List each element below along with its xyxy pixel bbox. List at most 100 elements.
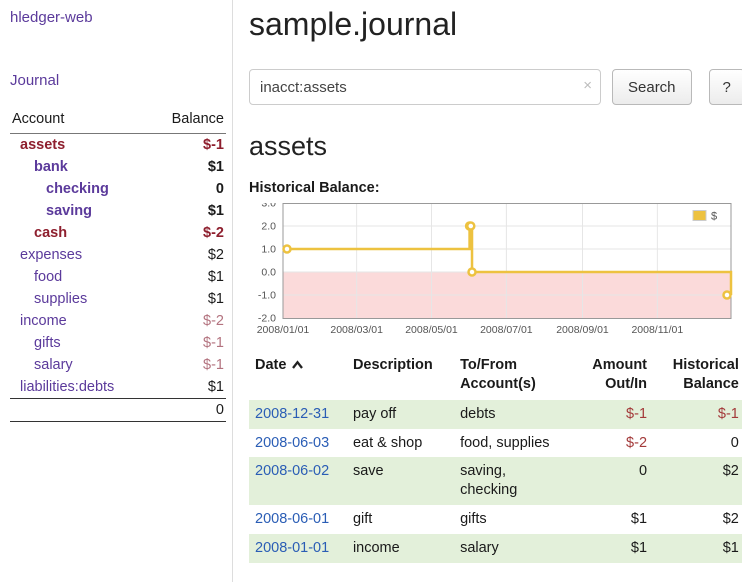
account-balance: $1 bbox=[151, 200, 226, 222]
clear-search-icon[interactable]: × bbox=[583, 78, 592, 93]
y-axis-label: 0.0 bbox=[261, 267, 276, 279]
account-link-expenses[interactable]: expenses bbox=[20, 247, 82, 263]
account-balance: $1 bbox=[151, 376, 226, 399]
chart-title: Historical Balance: bbox=[249, 180, 742, 196]
account-link-food[interactable]: food bbox=[34, 269, 62, 285]
x-axis-label: 2008/09/01 bbox=[556, 324, 609, 336]
accounts-total-balance: 0 bbox=[151, 399, 226, 422]
transaction-amount: 0 bbox=[571, 457, 653, 505]
x-axis-label: 2008/11/01 bbox=[631, 324, 683, 336]
account-row: food $1 bbox=[10, 266, 226, 288]
account-link-gifts[interactable]: gifts bbox=[34, 335, 61, 351]
accounts-header-account: Account bbox=[10, 109, 151, 134]
account-link-checking[interactable]: checking bbox=[46, 181, 109, 197]
account-row: salary$-1 bbox=[10, 354, 226, 376]
x-axis-label: 2008/07/01 bbox=[480, 324, 533, 336]
account-row: saving $1 bbox=[10, 200, 226, 222]
legend-label: $ bbox=[711, 211, 717, 223]
account-balance: $2 bbox=[151, 244, 226, 266]
historical-balance-chart: $3.02.01.00.0-1.0-2.02008/01/012008/03/0… bbox=[249, 203, 742, 340]
transaction-balance: $2 bbox=[653, 457, 742, 505]
hledger-web-app: hledger-web Journal Account Balance asse… bbox=[0, 0, 742, 582]
register-header-date-label: Date bbox=[255, 357, 286, 373]
transaction-balance: 0 bbox=[653, 429, 742, 458]
transaction-amount: $-2 bbox=[571, 429, 653, 458]
help-button[interactable]: ? bbox=[709, 69, 742, 105]
account-row: income $-2 bbox=[10, 310, 226, 332]
account-link-assets[interactable]: assets bbox=[20, 137, 65, 153]
account-link-cash[interactable]: cash bbox=[34, 225, 67, 241]
search-form: × Search ? bbox=[249, 69, 742, 105]
search-input[interactable] bbox=[249, 69, 601, 105]
chart-point bbox=[724, 292, 731, 299]
register-row[interactable]: 2008-06-01giftgifts$1$2 bbox=[249, 505, 742, 534]
account-balance: $1 bbox=[151, 266, 226, 288]
account-row: assets $-1 bbox=[10, 134, 226, 157]
account-row: bank$1 bbox=[10, 156, 226, 178]
transaction-date-link[interactable]: 2008-12-31 bbox=[255, 406, 329, 422]
account-link-salary[interactable]: salary bbox=[34, 357, 73, 373]
transaction-date-link[interactable]: 2008-06-02 bbox=[255, 463, 329, 479]
y-axis-label: 1.0 bbox=[261, 244, 276, 256]
transaction-date-cell: 2008-06-02 bbox=[249, 457, 347, 505]
accounts-header-row: Account Balance bbox=[10, 109, 226, 134]
accounts-header-balance: Balance bbox=[151, 109, 226, 134]
transaction-accounts: gifts bbox=[454, 505, 571, 534]
journal-link[interactable]: Journal bbox=[10, 72, 59, 89]
transaction-balance: $1 bbox=[653, 534, 742, 563]
transaction-date-cell: 2008-12-31 bbox=[249, 400, 347, 429]
transaction-date-cell: 2008-06-01 bbox=[249, 505, 347, 534]
transaction-date-cell: 2008-06-03 bbox=[249, 429, 347, 458]
account-link-bank[interactable]: bank bbox=[34, 159, 68, 175]
register-row[interactable]: 2008-01-01incomesalary$1$1 bbox=[249, 534, 742, 563]
account-link-saving[interactable]: saving bbox=[46, 203, 92, 219]
account-link-income[interactable]: income bbox=[20, 313, 67, 329]
account-link-liabilities-debts[interactable]: liabilities:debts bbox=[20, 379, 114, 395]
register-row[interactable]: 2008-12-31pay offdebts$-1$-1 bbox=[249, 400, 742, 429]
transaction-amount: $-1 bbox=[571, 400, 653, 429]
chart-point bbox=[469, 269, 476, 276]
search-input-wrap: × bbox=[249, 69, 601, 105]
register-header-row: Date Description To/From Account(s) Amou… bbox=[249, 352, 742, 400]
register-header-balance: Historical Balance bbox=[653, 352, 742, 400]
transaction-amount: $1 bbox=[571, 534, 653, 563]
accounts-total-row: 0 bbox=[10, 399, 226, 422]
register-table: Date Description To/From Account(s) Amou… bbox=[249, 352, 742, 563]
register-row[interactable]: 2008-06-02 savesaving, checking0$2 bbox=[249, 457, 742, 505]
y-axis-label: 2.0 bbox=[261, 221, 276, 233]
transaction-accounts: salary bbox=[454, 534, 571, 563]
accounts-total-spacer bbox=[10, 399, 151, 422]
accounts-table: Account Balance assets$-1bank$1checking0… bbox=[10, 109, 226, 422]
x-axis-label: 2008/01/01 bbox=[257, 324, 310, 336]
register-row[interactable]: 2008-06-03eat & shopfood, supplies$-20 bbox=[249, 429, 742, 458]
sidebar: hledger-web Journal Account Balance asse… bbox=[0, 0, 233, 582]
register-header-amount: Amount Out/In bbox=[571, 352, 653, 400]
transaction-description: save bbox=[347, 457, 454, 505]
legend-swatch-icon bbox=[693, 211, 706, 221]
account-balance: $-1 bbox=[151, 134, 226, 157]
account-balance: $-2 bbox=[151, 310, 226, 332]
account-row: liabilities:debts $1 bbox=[10, 376, 226, 399]
transaction-date-link[interactable]: 2008-01-01 bbox=[255, 540, 329, 556]
app-title-link[interactable]: hledger-web bbox=[10, 9, 93, 26]
account-balance: $1 bbox=[151, 288, 226, 310]
register-header-accounts: To/From Account(s) bbox=[454, 352, 571, 400]
page-title: sample.journal bbox=[249, 6, 742, 43]
y-axis-label: -1.0 bbox=[258, 290, 276, 302]
transaction-balance: $2 bbox=[653, 505, 742, 534]
search-button[interactable]: Search bbox=[612, 69, 692, 105]
account-heading: assets bbox=[249, 131, 742, 162]
x-axis-label: 2008/05/01 bbox=[405, 324, 458, 336]
transaction-date-link[interactable]: 2008-06-03 bbox=[255, 435, 329, 451]
transaction-accounts: saving, checking bbox=[454, 457, 571, 505]
y-axis-label: 3.0 bbox=[261, 203, 276, 210]
register-header-description: Description bbox=[347, 352, 454, 400]
account-row: checking0 bbox=[10, 178, 226, 200]
register-header-date[interactable]: Date bbox=[249, 352, 347, 400]
transaction-date-link[interactable]: 2008-06-01 bbox=[255, 511, 329, 527]
transaction-accounts: food, supplies bbox=[454, 429, 571, 458]
transaction-balance: $-1 bbox=[653, 400, 742, 429]
y-axis-label: -2.0 bbox=[258, 313, 276, 325]
transaction-date-cell: 2008-01-01 bbox=[249, 534, 347, 563]
account-link-supplies[interactable]: supplies bbox=[34, 291, 87, 307]
